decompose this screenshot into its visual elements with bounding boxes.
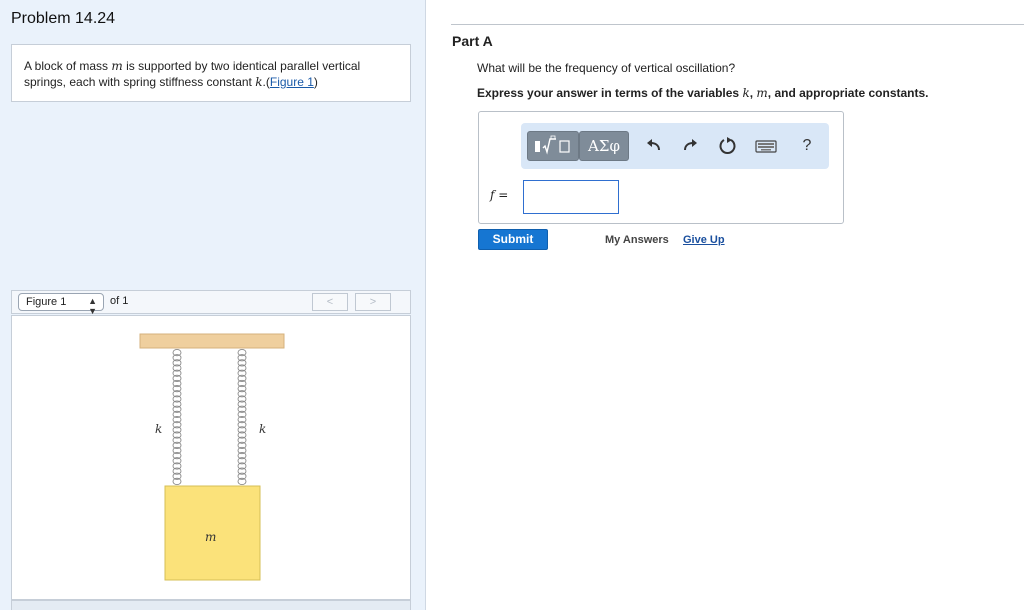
var-m: m xyxy=(756,86,768,100)
reset-icon[interactable] xyxy=(716,135,738,157)
templates-button[interactable] xyxy=(527,131,579,161)
select-arrows-icon: ▲ ▼ xyxy=(88,296,97,316)
mass-label: m xyxy=(205,530,216,544)
statement-text: springs, each with spring stiffness cons… xyxy=(24,75,256,89)
statement-text: is supported by two identical parallel v… xyxy=(122,59,361,73)
left-spring-label: k xyxy=(155,422,162,436)
templates-icon xyxy=(535,135,570,155)
right-spring-label: k xyxy=(259,422,266,436)
keyboard-icon[interactable] xyxy=(754,135,778,157)
instruction-part: , and appropriate constants. xyxy=(767,86,929,100)
statement-text: .( xyxy=(262,75,270,89)
question-text: What will be the frequency of vertical o… xyxy=(477,61,736,75)
answer-panel: Part A What will be the frequency of ver… xyxy=(427,0,1024,610)
problem-statement: A block of mass m is supported by two id… xyxy=(11,44,411,102)
figure-link[interactable]: Figure 1 xyxy=(270,75,314,89)
var-m: m xyxy=(111,59,123,73)
prev-figure-button[interactable]: < xyxy=(312,293,348,311)
left-spring xyxy=(172,348,182,486)
math-toolbar: ΑΣφ ? xyxy=(521,123,829,169)
figure-1: k k m xyxy=(11,315,411,600)
part-title: Part A xyxy=(452,33,493,49)
figure-nav-bar: Figure 1 ▲ ▼ of 1 < > xyxy=(11,290,411,316)
submit-button[interactable]: Submit xyxy=(478,229,548,250)
problem-panel: Problem 14.24 A block of mass m is suppo… xyxy=(0,0,426,610)
redo-icon[interactable] xyxy=(679,135,701,157)
answer-box: ΑΣφ ? f = xyxy=(478,111,844,224)
var-k: k xyxy=(255,75,263,89)
statement-text: A block of mass xyxy=(24,59,112,73)
figure-count: of 1 xyxy=(110,295,129,307)
ceiling xyxy=(139,333,285,349)
instruction-text: Express your answer in terms of the vari… xyxy=(477,86,929,100)
help-icon[interactable]: ? xyxy=(799,135,815,157)
instruction-part: Express your answer in terms of the vari… xyxy=(477,86,743,100)
give-up-link[interactable]: Give Up xyxy=(683,234,725,246)
figure-select-value: Figure 1 xyxy=(26,296,67,308)
statement-text: ) xyxy=(313,75,318,89)
answer-label: f = xyxy=(490,188,508,202)
answer-input[interactable] xyxy=(523,180,619,214)
greek-symbols-button[interactable]: ΑΣφ xyxy=(579,131,629,161)
figure-select[interactable]: Figure 1 ▲ ▼ xyxy=(18,293,104,316)
my-answers-label: My Answers xyxy=(605,234,669,246)
undo-icon[interactable] xyxy=(643,135,665,157)
spring-mass-diagram: k k m xyxy=(139,333,285,581)
answer-label-text: f = xyxy=(490,188,509,202)
problem-title: Problem 14.24 xyxy=(11,10,116,27)
part-divider xyxy=(451,24,1024,25)
var-k: k xyxy=(742,86,750,100)
right-spring xyxy=(237,348,247,486)
next-figure-button[interactable]: > xyxy=(355,293,391,311)
panel-footer xyxy=(11,600,411,610)
